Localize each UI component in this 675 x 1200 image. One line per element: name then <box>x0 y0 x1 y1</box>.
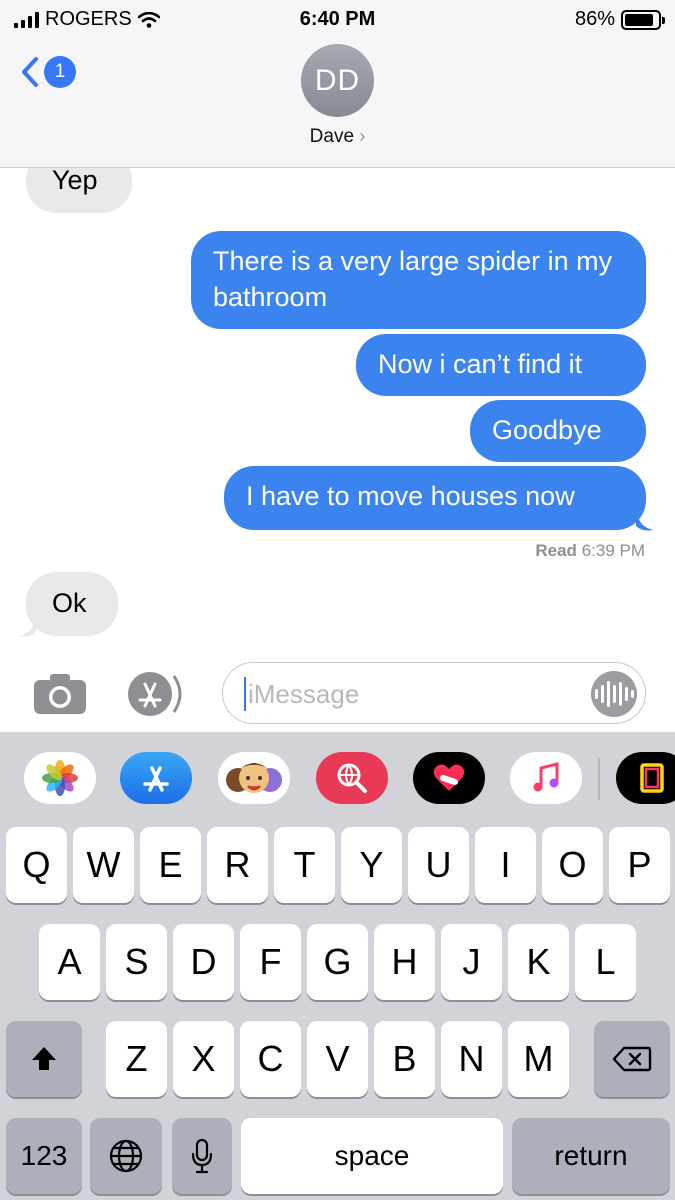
chevron-right-icon: › <box>359 126 366 146</box>
key-n[interactable]: N <box>441 1021 502 1097</box>
battery-percent: 86% <box>574 8 615 30</box>
status-time: 6:40 PM <box>299 8 376 30</box>
key-m[interactable]: M <box>508 1021 569 1097</box>
contact-name-button[interactable]: Dave › <box>0 126 675 148</box>
battery-fill <box>625 13 653 26</box>
web-search-icon[interactable] <box>316 752 388 804</box>
key-g[interactable]: G <box>307 924 368 1000</box>
key-j[interactable]: J <box>441 924 502 1000</box>
message-bubble-sent[interactable]: I have to move houses now <box>224 466 646 530</box>
key-l[interactable]: L <box>575 924 636 1000</box>
contact-name: Dave <box>309 126 355 147</box>
app-store-button-icon[interactable] <box>126 670 186 718</box>
extension-app-icon[interactable] <box>616 752 675 804</box>
message-text: Ok <box>52 588 87 618</box>
photos-icon[interactable] <box>24 752 96 804</box>
key-a[interactable]: A <box>39 924 100 1000</box>
message-bubble-received[interactable]: Ok <box>26 572 118 636</box>
key-h[interactable]: H <box>374 924 435 1000</box>
sticker-glyph <box>640 763 664 793</box>
read-time: 6:39 PM <box>581 541 645 560</box>
shift-arrow-icon <box>32 1047 56 1070</box>
key-v[interactable]: V <box>307 1021 368 1097</box>
status-bar: ROGERS 6:40 PM 86% <box>0 0 675 38</box>
photos-flower <box>42 760 78 796</box>
key-e[interactable]: E <box>140 827 201 903</box>
app-store-glyph <box>143 766 169 792</box>
key-p[interactable]: P <box>609 827 670 903</box>
read-receipt: Read 6:39 PM <box>535 541 645 561</box>
key-o[interactable]: O <box>542 827 603 903</box>
globe-search-glyph <box>337 763 367 793</box>
globe-icon <box>109 1139 143 1173</box>
read-label: Read <box>535 541 577 560</box>
bubble-tail <box>636 512 654 531</box>
message-input[interactable]: iMessage <box>222 662 646 724</box>
app-store-icon[interactable] <box>120 752 192 804</box>
memoji-icon[interactable] <box>218 752 290 804</box>
key-u[interactable]: U <box>408 827 469 903</box>
memoji-faces <box>226 763 282 793</box>
audio-message-icon[interactable] <box>591 671 637 717</box>
dictation-key[interactable] <box>172 1118 232 1194</box>
back-button[interactable]: 1 <box>20 56 76 88</box>
message-bubble-sent[interactable]: Now i can’t find it <box>356 334 646 396</box>
conversation-header: ROGERS 6:40 PM 86% 1 DD Dave › <box>0 0 675 168</box>
message-text: I have to move houses now <box>246 481 575 511</box>
text-cursor <box>244 677 246 711</box>
key-k[interactable]: K <box>508 924 569 1000</box>
battery-info: 86% <box>574 8 665 31</box>
key-c[interactable]: C <box>240 1021 301 1097</box>
message-text: Yep <box>52 165 98 195</box>
music-note-glyph <box>533 762 559 792</box>
message-text: Now i can’t find it <box>378 349 583 379</box>
music-icon[interactable] <box>510 752 582 804</box>
key-t[interactable]: T <box>274 827 335 903</box>
key-y[interactable]: Y <box>341 827 402 903</box>
unread-count-badge: 1 <box>44 56 76 88</box>
heart-glyph <box>433 764 465 791</box>
key-s[interactable]: S <box>106 924 167 1000</box>
microphone-icon <box>191 1138 213 1174</box>
space-key[interactable]: space <box>241 1118 503 1194</box>
contact-avatar[interactable]: DD <box>301 44 374 117</box>
key-r[interactable]: R <box>207 827 268 903</box>
numbers-key[interactable]: 123 <box>6 1118 82 1194</box>
key-d[interactable]: D <box>173 924 234 1000</box>
chevron-left-icon <box>22 57 38 87</box>
key-i[interactable]: I <box>475 827 536 903</box>
backspace-icon <box>612 1046 652 1072</box>
message-text: Goodbye <box>492 415 602 445</box>
shift-key[interactable] <box>6 1021 82 1097</box>
digital-touch-icon[interactable] <box>413 752 485 804</box>
bubble-tail <box>18 618 36 637</box>
message-placeholder: iMessage <box>248 679 360 709</box>
return-key[interactable]: return <box>512 1118 670 1194</box>
app-strip-divider <box>598 758 600 800</box>
message-bubble-sent[interactable]: There is a very large spider in my bathr… <box>191 231 646 329</box>
camera-icon[interactable] <box>32 672 88 716</box>
message-bubble-sent[interactable]: Goodbye <box>470 400 646 462</box>
key-b[interactable]: B <box>374 1021 435 1097</box>
key-w[interactable]: W <box>73 827 134 903</box>
key-q[interactable]: Q <box>6 827 67 903</box>
message-text: There is a very large spider in my bathr… <box>213 246 613 312</box>
globe-key[interactable] <box>90 1118 162 1194</box>
key-x[interactable]: X <box>173 1021 234 1097</box>
battery-icon <box>621 9 665 30</box>
delete-key[interactable] <box>594 1021 670 1097</box>
key-z[interactable]: Z <box>106 1021 167 1097</box>
key-f[interactable]: F <box>240 924 301 1000</box>
